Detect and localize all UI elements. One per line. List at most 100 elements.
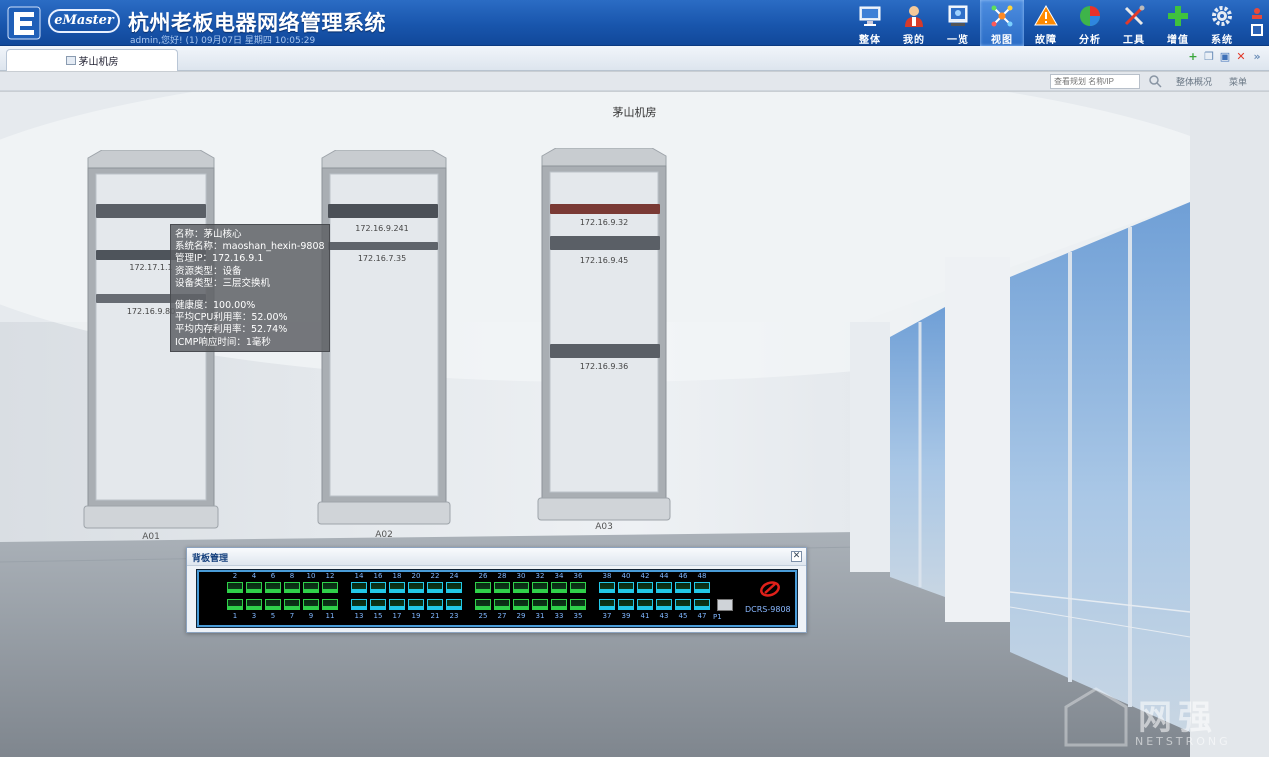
switch-port[interactable] (637, 599, 653, 610)
menu-link[interactable]: 菜单 (1229, 75, 1247, 88)
switch-port[interactable] (494, 582, 510, 593)
port-number: 12 (325, 572, 335, 580)
delete-icon[interactable]: ✕ (1235, 51, 1247, 63)
switch-port[interactable] (227, 582, 243, 593)
tooltip-sys-name: 系统名称：maoshan_hexin-9808 (175, 241, 325, 253)
switch-device[interactable] (96, 204, 206, 218)
save-icon[interactable]: ▣ (1219, 51, 1231, 63)
switch-port[interactable] (532, 599, 548, 610)
switch-port[interactable] (675, 599, 691, 610)
switch-port[interactable] (322, 599, 338, 610)
copy-icon[interactable]: ❐ (1203, 51, 1215, 63)
switch-device[interactable] (550, 236, 660, 250)
close-icon[interactable]: ✕ (791, 551, 802, 562)
switch-port[interactable] (656, 599, 672, 610)
switch-port[interactable] (303, 599, 319, 610)
switch-port[interactable] (513, 599, 529, 610)
switch-front-panel: P1 DCRS-9808 2 4 6 8 10 12 1 3 5 7 9 11 14 16 18 20 22 24… (197, 570, 797, 627)
switch-port[interactable] (370, 582, 386, 593)
switch-port[interactable] (446, 582, 462, 593)
switch-device[interactable] (328, 204, 438, 218)
switch-port[interactable] (656, 582, 672, 593)
window-icon[interactable] (1250, 23, 1264, 37)
nav-view[interactable]: 视图 (980, 0, 1024, 46)
switch-port[interactable] (351, 582, 367, 593)
port-number: 22 (430, 572, 440, 580)
rack-a03[interactable]: 172.16.9.32 172.16.9.45 172.16.9.36 A03 (536, 148, 672, 532)
firewall-device[interactable] (550, 204, 660, 214)
tab-maoshan-room[interactable]: 茅山机房 (6, 49, 178, 71)
switch-port[interactable] (570, 582, 586, 593)
nav-label: 一览 (947, 35, 969, 46)
nav-tools[interactable]: 工具 (1112, 0, 1156, 46)
search-input[interactable] (1050, 74, 1140, 89)
nav-mine[interactable]: 我的 (892, 0, 936, 46)
port-number: 39 (621, 612, 631, 620)
expand-icon[interactable]: » (1251, 51, 1263, 63)
search-icon[interactable] (1148, 74, 1162, 88)
user-status-icon[interactable] (1250, 6, 1264, 20)
switch-port[interactable] (370, 599, 386, 610)
switch-port[interactable] (265, 582, 281, 593)
nav-value-added[interactable]: 增值 (1156, 0, 1200, 46)
sfp-port[interactable] (717, 599, 733, 611)
switch-port[interactable] (675, 582, 691, 593)
port-number: 13 (354, 612, 364, 620)
device-model: DCRS-9808 (745, 605, 791, 614)
app-logo-icon (7, 6, 41, 40)
switch-port[interactable] (227, 599, 243, 610)
nav-analysis[interactable]: 分析 (1068, 0, 1112, 46)
nav-fault[interactable]: 故障 (1024, 0, 1068, 46)
switch-port[interactable] (532, 582, 548, 593)
rack-a02[interactable]: 172.16.9.241 172.16.7.35 A02 (316, 150, 452, 540)
switch-port[interactable] (513, 582, 529, 593)
switch-port[interactable] (427, 599, 443, 610)
switch-port[interactable] (408, 599, 424, 610)
nav-label: 系统 (1211, 35, 1233, 46)
port-number: 28 (497, 572, 507, 580)
switch-port[interactable] (322, 582, 338, 593)
product-logo: eMaster (48, 9, 120, 33)
nav-overall[interactable]: 整体 (848, 0, 892, 46)
switch-port[interactable] (637, 582, 653, 593)
port-number: 24 (449, 572, 459, 580)
port-number: 2 (232, 572, 238, 580)
switch-port[interactable] (284, 582, 300, 593)
switch-port[interactable] (570, 599, 586, 610)
switch-port[interactable] (389, 599, 405, 610)
switch-device[interactable] (328, 242, 438, 250)
switch-port[interactable] (303, 582, 319, 593)
switch-port[interactable] (284, 599, 300, 610)
tab-bar: 茅山机房 + ❐ ▣ ✕ » (0, 46, 1269, 71)
port-number: 25 (478, 612, 488, 620)
switch-port[interactable] (599, 582, 615, 593)
switch-device[interactable] (550, 344, 660, 358)
overview-link[interactable]: 整体概况 (1176, 75, 1212, 88)
switch-port[interactable] (694, 582, 710, 593)
switch-port[interactable] (246, 582, 262, 593)
switch-port[interactable] (427, 582, 443, 593)
switch-port[interactable] (408, 582, 424, 593)
nav-label: 增值 (1167, 35, 1189, 46)
port-number: 48 (697, 572, 707, 580)
switch-port[interactable] (265, 599, 281, 610)
switch-port[interactable] (475, 582, 491, 593)
device-ip-label: 172.16.9.45 (579, 256, 629, 265)
switch-port[interactable] (446, 599, 462, 610)
switch-port[interactable] (618, 582, 634, 593)
switch-port[interactable] (599, 599, 615, 610)
nav-system[interactable]: 系统 (1200, 0, 1244, 46)
switch-port[interactable] (475, 599, 491, 610)
switch-port[interactable] (551, 599, 567, 610)
nav-glance[interactable]: 一览 (936, 0, 980, 46)
warning-icon (1034, 5, 1058, 26)
topology-view-icon (991, 5, 1013, 27)
switch-port[interactable] (494, 599, 510, 610)
switch-port[interactable] (246, 599, 262, 610)
switch-port[interactable] (351, 599, 367, 610)
add-icon[interactable]: + (1187, 51, 1199, 63)
switch-port[interactable] (551, 582, 567, 593)
switch-port[interactable] (694, 599, 710, 610)
switch-port[interactable] (618, 599, 634, 610)
switch-port[interactable] (389, 582, 405, 593)
